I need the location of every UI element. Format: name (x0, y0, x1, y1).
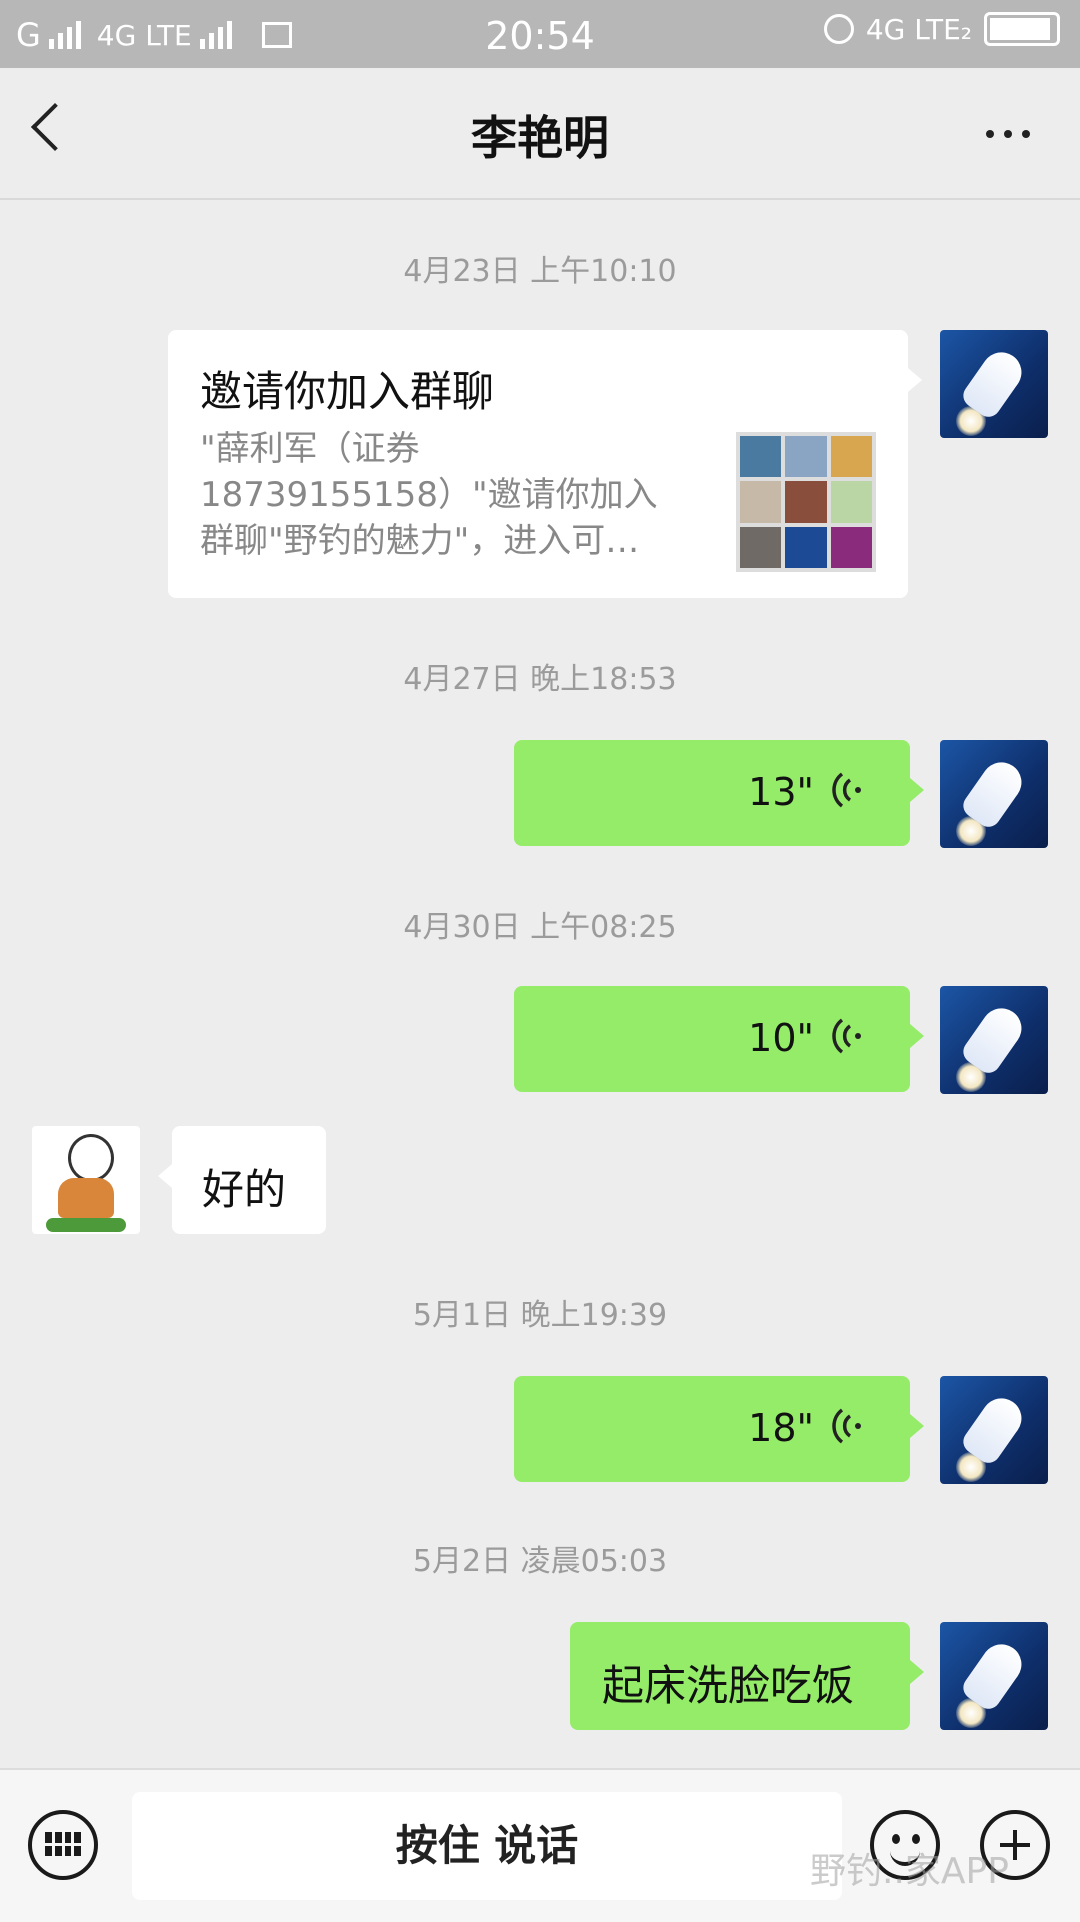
invite-description: "薛利军（证券18739155158）"邀请你加入群聊"野钓的魅力"，进入可… (200, 429, 658, 561)
my-avatar[interactable] (940, 330, 1048, 438)
invite-title: 邀请你加入群聊 (200, 367, 495, 416)
group-invite-card[interactable]: 邀请你加入群聊 "薛利军（证券18739155158）"邀请你加入群聊"野钓的魅… (168, 330, 922, 598)
hold-to-talk-button[interactable]: 按住 说话 (132, 1792, 842, 1900)
more-icon[interactable] (986, 130, 1030, 138)
voice-wave-icon (832, 772, 861, 808)
voice-wave-icon (832, 1408, 861, 1444)
timestamp: 4月27日 晚上18:53 (403, 662, 677, 697)
voice-message[interactable]: 13" (514, 740, 924, 846)
message-text: 起床洗脸吃饭 (602, 1661, 855, 1710)
my-avatar[interactable] (940, 1376, 1048, 1484)
voice-duration: 18" (748, 1406, 814, 1450)
my-avatar[interactable] (940, 740, 1048, 848)
voice-duration: 13" (748, 770, 814, 814)
timestamp: 5月1日 晚上19:39 (412, 1298, 668, 1333)
text-message[interactable]: 起床洗脸吃饭 (570, 1622, 924, 1730)
input-bar: 按住 说话 野钓..家APP (0, 1768, 1080, 1922)
contact-avatar[interactable] (32, 1126, 140, 1234)
chat-title: 李艳明 (471, 111, 609, 165)
battery-icon (984, 12, 1060, 46)
voice-wave-icon (832, 1018, 861, 1054)
chat-header: 李艳明 (0, 68, 1080, 200)
keyboard-icon[interactable] (28, 1810, 98, 1880)
voice-duration: 10" (748, 1016, 814, 1060)
voice-message[interactable]: 18" (514, 1376, 924, 1482)
status-bar: G 4G LTE 20:54 4G LTE₂ (0, 0, 1080, 68)
my-avatar[interactable] (940, 1622, 1048, 1730)
my-avatar[interactable] (940, 986, 1048, 1094)
text-message[interactable]: 好的 (158, 1126, 326, 1234)
timestamp: 4月30日 上午08:25 (403, 910, 677, 945)
message-text: 好的 (202, 1165, 287, 1214)
voice-message[interactable]: 10" (514, 986, 924, 1092)
group-thumbnail (736, 432, 876, 572)
status-right: 4G LTE₂ (823, 12, 1060, 46)
network-label-2: 4G LTE₂ (865, 12, 972, 46)
alarm-icon (823, 14, 854, 44)
watermark: 野钓..家APP (810, 1851, 1009, 1892)
timestamp: 5月2日 凌晨05:03 (412, 1544, 668, 1579)
timestamp: 4月23日 上午10:10 (403, 254, 677, 289)
